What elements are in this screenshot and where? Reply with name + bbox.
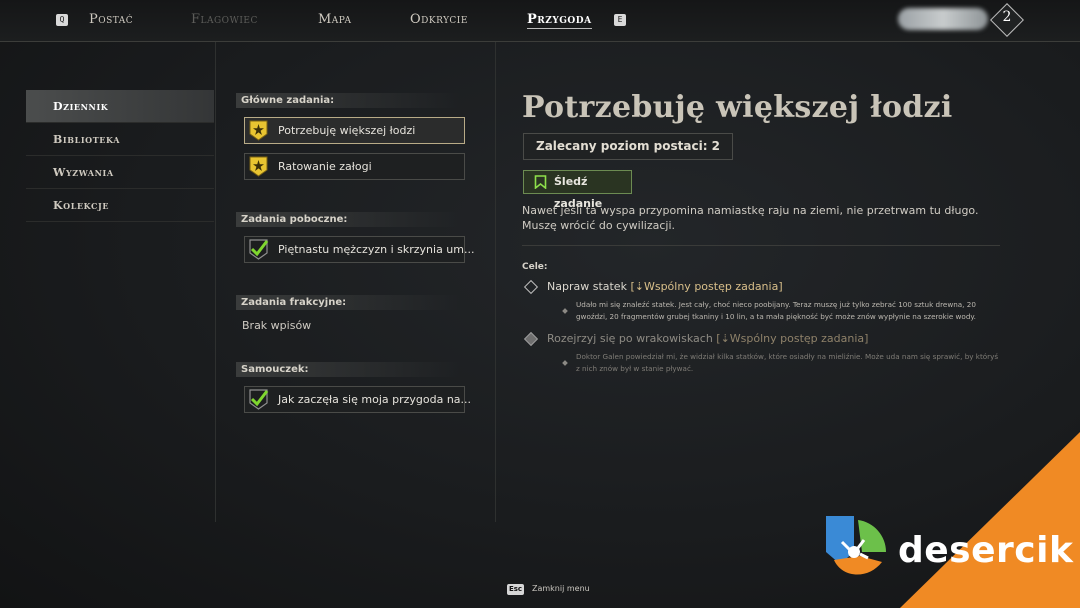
objective-bullet-icon xyxy=(562,360,568,366)
objectives-heading: Cele: xyxy=(522,262,548,272)
next-tab-key-hint: E xyxy=(614,14,626,26)
sidebar-item-wyzwania[interactable]: Wyzwania xyxy=(26,156,214,189)
esc-key-hint: Esc xyxy=(507,584,524,595)
journal-sidebar: Dziennik Biblioteka Wyzwania Kolekcje xyxy=(26,90,214,222)
divider xyxy=(215,42,216,522)
recommended-level-badge: Zalecany poziom postaci: 2 xyxy=(523,133,734,160)
player-level: 2 xyxy=(1002,9,1012,25)
gold-star-badge-icon xyxy=(249,156,268,177)
quest-item-potrzebuje-wiekszej-lodzi[interactable]: Potrzebuję większej łodzi xyxy=(244,117,465,144)
shared-progress-tag: [⇣Wspólny postęp zadania] xyxy=(716,332,869,345)
tab-postac[interactable]: Postać xyxy=(89,12,133,27)
shared-progress-tag: [⇣Wspólny postęp zadania] xyxy=(630,280,783,293)
top-navigation-bar: Q Postać Flagowiec Mapa Odkrycie Przygod… xyxy=(0,0,1080,42)
quest-title: Piętnastu mężczyzn i skrzynia um... xyxy=(278,243,475,256)
completed-check-icon xyxy=(249,239,269,260)
gold-star-badge-icon xyxy=(249,120,268,141)
sidebar-item-kolekcje[interactable]: Kolekcje xyxy=(26,189,214,222)
quest-item-jak-zaczela-sie-przygoda[interactable]: Jak zaczęła się moja przygoda na... xyxy=(244,386,471,413)
objective-bullet-icon xyxy=(562,308,568,314)
objective-diamond-icon xyxy=(523,279,539,295)
quest-description: Nawet jeśli ta wyspa przypomina namiastk… xyxy=(522,204,979,232)
tab-przygoda[interactable]: Przygoda xyxy=(527,12,592,29)
watermark-text: desercik xyxy=(898,530,1074,571)
tab-odkrycie[interactable]: Odkrycie xyxy=(410,12,468,27)
tab-flagowiec[interactable]: Flagowiec xyxy=(191,12,258,27)
objective-diamond-icon xyxy=(523,331,539,347)
sidebar-item-dziennik[interactable]: Dziennik xyxy=(26,90,214,123)
main-quests-heading: Główne zadania: xyxy=(236,93,460,108)
prev-tab-key-hint: Q xyxy=(56,14,68,26)
sidebar-item-biblioteka[interactable]: Biblioteka xyxy=(26,123,214,156)
desercik-logo-icon xyxy=(826,516,886,575)
faction-quests-heading: Zadania frakcyjne: xyxy=(236,295,460,310)
quest-title: Jak zaczęła się moja przygoda na... xyxy=(278,393,472,406)
quest-title: Potrzebuję większej łodzi xyxy=(278,124,416,137)
quest-item-ratowanie-zalogi[interactable]: Ratowanie załogi xyxy=(244,153,465,180)
quest-detail-title: Potrzebuję większej łodzi xyxy=(522,90,953,125)
objective-description: Doktor Galen powiedział mi, że widział k… xyxy=(576,352,999,373)
bookmark-icon xyxy=(534,175,547,189)
divider xyxy=(522,245,1000,246)
objective-title-text: Rozejrzyj się po wrakowiskach xyxy=(547,332,713,345)
divider xyxy=(495,42,496,522)
side-quests-heading: Zadania poboczne: xyxy=(236,212,460,227)
objective-title-rozejrzyj-sie: Rozejrzyj się po wrakowiskach [⇣Wspólny … xyxy=(547,332,868,345)
objective-description: Udało mi się znaleźć statek. Jest cały, … xyxy=(576,300,976,321)
close-menu-label[interactable]: Zamknij menu xyxy=(532,584,590,593)
tutorial-heading: Samouczek: xyxy=(236,362,460,377)
track-quest-button[interactable]: Śledź zadanie xyxy=(523,170,632,210)
quest-title: Ratowanie załogi xyxy=(278,160,372,173)
faction-quests-empty: Brak wpisów xyxy=(242,319,312,332)
tab-mapa[interactable]: Mapa xyxy=(318,12,352,27)
blurred-player-name xyxy=(898,8,988,30)
quest-item-pietnastu-mezczyzn[interactable]: Piętnastu mężczyzn i skrzynia um... xyxy=(244,236,475,263)
objective-title-napraw-statek: Napraw statek [⇣Wspólny postęp zadania] xyxy=(547,280,783,293)
completed-check-icon xyxy=(249,389,269,410)
objective-title-text: Napraw statek xyxy=(547,280,627,293)
watermark-orange-corner xyxy=(900,432,1080,608)
